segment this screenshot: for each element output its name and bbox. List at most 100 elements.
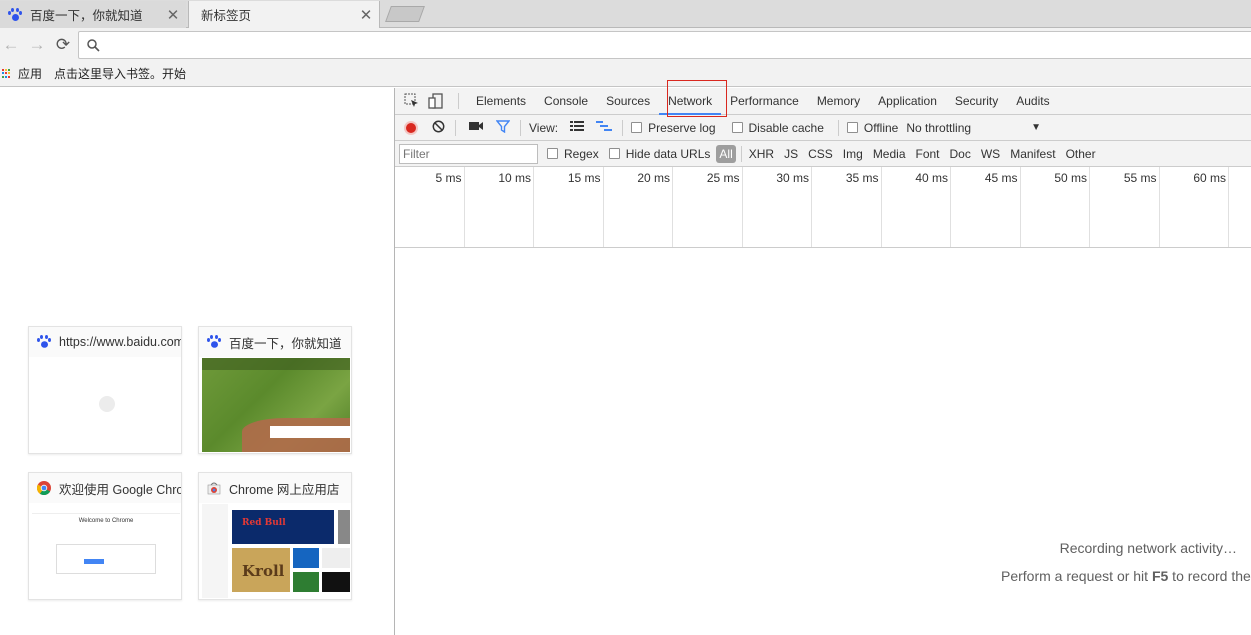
kroll-logo: Kroll <box>242 562 285 580</box>
tile-header: 欢迎使用 Google Chrome <box>29 473 181 503</box>
welcome-heading: Welcome to Chrome <box>78 518 134 524</box>
timeline-tick: 45 ms <box>951 167 1021 247</box>
view-label: View: <box>529 120 559 135</box>
timeline-tick: 60 ms <box>1160 167 1229 247</box>
timeline-tick-label: 5 ms <box>435 171 462 185</box>
apps-grid-icon[interactable] <box>2 68 12 79</box>
tab-title: 新标签页 <box>201 9 252 23</box>
type-filter-media[interactable]: Media <box>868 147 911 161</box>
most-visited-tile[interactable]: 百度一下，你就知道 <box>198 326 352 454</box>
network-overview-timeline[interactable]: 5 ms 10 ms 15 ms 20 ms 25 ms 30 ms 35 ms 40 ms 4… <box>395 167 1251 248</box>
type-filter-js[interactable]: JS <box>779 147 803 161</box>
new-tab-page: https://www.baidu.com 百度一下，你就知道 欢迎使用 Goo… <box>0 88 394 635</box>
browser-tab-newtab[interactable]: 新标签页 ✕ <box>188 1 380 28</box>
address-bar[interactable] <box>78 31 1251 59</box>
clear-icon[interactable] <box>432 120 445 136</box>
tab-performance[interactable]: Performance <box>721 88 808 115</box>
disable-cache-label: Disable cache <box>748 120 824 135</box>
type-filter-font[interactable]: Font <box>911 147 945 161</box>
type-filter-doc[interactable]: Doc <box>945 147 976 161</box>
timeline-tick: 15 ms <box>534 167 604 247</box>
timeline-tick-label: 35 ms <box>845 171 879 185</box>
red-bull-logo: Red Bull <box>242 518 286 528</box>
timeline-tick: 55 ms <box>1090 167 1160 247</box>
type-filter-all[interactable]: All <box>716 144 736 163</box>
bookmarks-bar: 应用 点击这里导入书签。 开始 <box>0 61 1251 87</box>
regex-label: Regex <box>564 146 599 161</box>
filter-input[interactable] <box>399 143 538 164</box>
tile-title: 百度一下，你就知道 <box>229 336 342 351</box>
record-icon[interactable] <box>404 120 418 135</box>
timeline-tick-label: 45 ms <box>984 171 1018 185</box>
type-filter-css[interactable]: CSS <box>803 147 838 161</box>
search-icon <box>87 38 100 52</box>
capture-screenshots-icon[interactable] <box>468 120 484 135</box>
tab-strip: 百度一下，你就知道 ✕ 新标签页 ✕ <box>0 0 1251 28</box>
network-toolbar: View: Preserve log Disable cache Offline… <box>395 115 1251 141</box>
browser-tab-baidu[interactable]: 百度一下，你就知道 ✕ <box>0 1 186 28</box>
waterfall-icon[interactable] <box>596 120 613 135</box>
tile-header: https://www.baidu.com <box>29 327 181 357</box>
timeline-tick: 40 ms <box>882 167 951 247</box>
device-toolbar-icon[interactable] <box>428 93 446 109</box>
devtools-panel: Elements Console Sources Network Perform… <box>394 80 1251 635</box>
back-icon[interactable]: ← <box>0 35 22 55</box>
chevron-down-icon[interactable]: ▼ <box>1031 122 1041 133</box>
regex-checkbox[interactable] <box>547 148 558 159</box>
tab-sources[interactable]: Sources <box>597 88 659 115</box>
tab-network[interactable]: Network <box>659 88 722 115</box>
filter-icon[interactable] <box>495 119 511 136</box>
offline-checkbox[interactable] <box>846 122 858 133</box>
type-filter-other[interactable]: Other <box>1061 147 1101 161</box>
filter-bar: Regex Hide data URLs All XHR JS CSS Img … <box>395 141 1251 167</box>
timeline-tick-label: 30 ms <box>776 171 809 185</box>
tab-security[interactable]: Security <box>946 88 1007 115</box>
most-visited-tile[interactable]: 欢迎使用 Google Chrome Welcome to Chrome <box>28 472 182 600</box>
type-filter-xhr[interactable]: XHR <box>744 147 779 161</box>
new-tab-button[interactable] <box>385 6 425 22</box>
recording-message: Recording network activity… <box>1059 540 1237 556</box>
tab-memory[interactable]: Memory <box>808 88 869 115</box>
tab-console[interactable]: Console <box>535 88 597 115</box>
most-visited-tile[interactable]: Chrome 网上应用店 Red Bull Kroll <box>198 472 352 600</box>
hide-data-urls-label: Hide data URLs <box>625 146 711 161</box>
start-link[interactable]: 开始 <box>162 65 186 82</box>
chrome-webstore-icon <box>207 481 221 495</box>
tab-application[interactable]: Application <box>869 88 946 115</box>
large-rows-icon[interactable] <box>570 120 585 135</box>
tile-thumbnail: Red Bull Kroll <box>202 504 350 598</box>
preserve-log-checkbox[interactable] <box>631 122 643 133</box>
import-bookmarks-link[interactable]: 点击这里导入书签。 <box>54 65 162 82</box>
tile-header: 百度一下，你就知道 <box>199 327 351 357</box>
tile-title: Chrome 网上应用店 <box>229 482 340 497</box>
tile-thumbnail: Welcome to Chrome <box>32 504 180 598</box>
timeline-tick: 20 ms <box>604 167 673 247</box>
hide-data-urls-checkbox[interactable] <box>608 148 620 159</box>
forward-icon[interactable]: → <box>26 35 48 55</box>
tile-thumbnail <box>32 358 180 452</box>
offline-label: Offline <box>863 120 899 135</box>
record-hint-prefix: Perform a request or hit <box>1001 568 1152 584</box>
tab-elements[interactable]: Elements <box>467 88 535 115</box>
type-filter-img[interactable]: Img <box>838 147 868 161</box>
close-tab-icon[interactable]: ✕ <box>166 6 180 24</box>
timeline-tick-label: 60 ms <box>1193 171 1226 185</box>
timeline-tick-label: 50 ms <box>1054 171 1087 185</box>
inspect-element-icon[interactable] <box>404 93 422 109</box>
most-visited-tile[interactable]: https://www.baidu.com <box>28 326 182 454</box>
tile-thumbnail <box>202 358 350 452</box>
record-hint-suffix: to record the <box>1168 568 1251 584</box>
type-filter-ws[interactable]: WS <box>976 147 1005 161</box>
loading-spinner-icon <box>99 396 115 412</box>
type-filter-manifest[interactable]: Manifest <box>1005 147 1060 161</box>
tab-audits[interactable]: Audits <box>1007 88 1058 115</box>
f5-key-label: F5 <box>1151 568 1169 584</box>
throttling-select[interactable]: No throttling <box>906 121 971 135</box>
record-hint-message: Perform a request or hit F5 to record th… <box>1001 568 1251 584</box>
apps-bookmark[interactable]: 应用 <box>18 65 42 82</box>
reload-icon[interactable]: ⟳ <box>52 35 74 55</box>
disable-cache-checkbox[interactable] <box>731 122 743 133</box>
timeline-tick-label: 20 ms <box>637 171 670 185</box>
timeline-tick: 5 ms <box>395 167 465 247</box>
close-tab-icon[interactable]: ✕ <box>359 6 373 24</box>
